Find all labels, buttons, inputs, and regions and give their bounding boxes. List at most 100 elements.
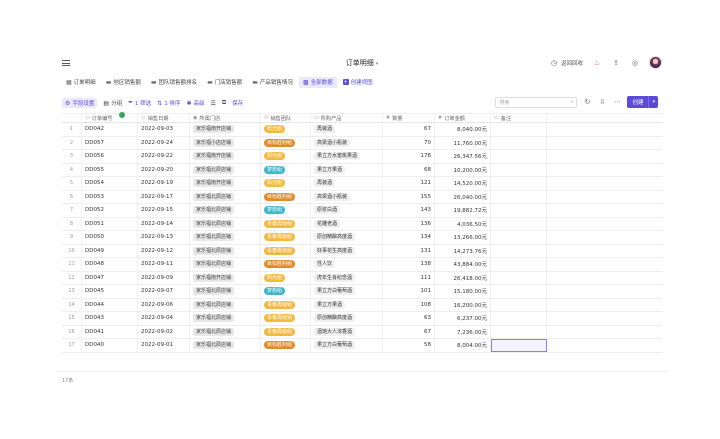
tab-all-data[interactable]: ▩ 全部数据 (298, 76, 337, 88)
cell-note[interactable] (491, 258, 547, 271)
cell-team[interactable]: 梦想组 (261, 163, 311, 176)
cell-amount[interactable]: 7,236.00元 (435, 325, 491, 338)
cell-sale-date[interactable]: 2022-09-19 (138, 177, 190, 190)
cell-sale-date[interactable]: 2022-09-09 (138, 271, 190, 284)
cell-note[interactable] (491, 163, 547, 176)
cell-note[interactable] (491, 244, 547, 257)
cell-amount[interactable]: 19,882.72元 (435, 204, 491, 217)
cell-sale-date[interactable]: 2022-09-02 (138, 325, 190, 338)
cell-store[interactable]: 家乐福南开店铺 (190, 123, 261, 136)
cell-note[interactable] (491, 231, 547, 244)
cell-amount[interactable]: 26,347.56元 (435, 150, 491, 163)
chevron-down-icon[interactable]: ▾ (648, 96, 658, 108)
cell-order-id[interactable]: DD047 (82, 271, 138, 284)
cell-team[interactable]: 目标胜利组 (261, 136, 311, 149)
cell-sale-date[interactable]: 2022-09-04 (138, 312, 190, 325)
cell-sale-date[interactable]: 2022-09-12 (138, 244, 190, 257)
tab-product-sales[interactable]: ▬ 产品销售情况 (248, 77, 297, 88)
cell-order-id[interactable]: DD045 (82, 285, 138, 298)
tab-region-sales[interactable]: ▬ 地区销售额 (102, 77, 145, 88)
row-height-button[interactable]: ☰ (210, 100, 215, 107)
cell-quantity[interactable]: 155 (383, 190, 435, 203)
cell-store[interactable]: 家乐福北辰店铺 (190, 217, 261, 230)
cell-note[interactable] (491, 285, 547, 298)
cell-team[interactable]: 梦想组 (261, 285, 311, 298)
cell-order-id[interactable]: DD044 (82, 298, 138, 311)
cell-store[interactable]: 家乐福北辰店铺 (190, 258, 261, 271)
cell-order-id[interactable]: DD053 (82, 190, 138, 203)
cell-product[interactable]: 原创精酿高度酒 (311, 312, 383, 325)
cell-product[interactable]: 果立方果酒 (311, 163, 383, 176)
table-row[interactable]: 13 DD045 2022-09-07 家乐福北辰店铺 梦想组 果立方白葡萄酒 101 15,… (62, 285, 662, 299)
cell-store[interactable]: 家乐福南开店铺 (190, 271, 261, 284)
column-header[interactable]: ▭ 订单编号 (82, 114, 138, 122)
cell-sale-date[interactable]: 2022-09-07 (138, 285, 190, 298)
table-row[interactable]: 12 DD047 2022-09-09 家乐福南开店铺 阳光组 虎年生肖纪念酒 111 26,… (62, 271, 662, 285)
cell-amount[interactable]: 10,200.00元 (435, 163, 491, 176)
cell-sale-date[interactable]: 2022-09-06 (138, 298, 190, 311)
column-header[interactable]: ⚇ 销售团队 (261, 114, 311, 122)
cell-product[interactable]: 原浆白酒 (311, 204, 383, 217)
cell-order-id[interactable]: DD048 (82, 258, 138, 271)
table-row[interactable]: 7 DD052 2022-09-15 家乐福北辰店铺 梦想组 原浆白酒 143 19,882.… (62, 204, 662, 218)
cell-note[interactable] (491, 271, 547, 284)
cell-note[interactable] (491, 298, 547, 311)
cell-product[interactable]: 原创精酿高度酒 (311, 231, 383, 244)
avatar[interactable] (649, 56, 662, 69)
sort-button[interactable]: ⇅ 1 排序 (157, 99, 180, 108)
cell-amount[interactable]: 8,040.00元 (435, 123, 491, 136)
cell-team[interactable]: 目标胜利组 (261, 258, 311, 271)
cell-order-id[interactable]: DD040 (82, 339, 138, 352)
cell-quantity[interactable]: 136 (383, 217, 435, 230)
more-icon[interactable]: ⋯ (612, 97, 622, 107)
cell-note[interactable] (491, 177, 547, 190)
table-row[interactable]: 9 DD050 2022-09-13 家乐福北辰店铺 青春再绽组 原创精酿高度酒 134 13… (62, 231, 662, 245)
table-row[interactable]: 8 DD051 2022-09-14 家乐福北辰店铺 青春再绽组 花雕老酒 136 4,036… (62, 217, 662, 231)
cell-amount[interactable]: 13,266.00元 (435, 231, 491, 244)
cell-quantity[interactable]: 101 (383, 285, 435, 298)
cell-order-id[interactable]: DD052 (82, 204, 138, 217)
cell-team[interactable]: 目标胜利组 (261, 190, 311, 203)
cell-store[interactable]: 家乐福北辰店铺 (190, 339, 261, 352)
cell-sale-date[interactable]: 2022-09-11 (138, 258, 190, 271)
cell-amount[interactable]: 8,004.00元 (435, 339, 491, 352)
cell-product[interactable]: 果立方果酒 (311, 298, 383, 311)
cell-amount[interactable]: 26,418.00元 (435, 271, 491, 284)
cell-store[interactable]: 家乐福北辰店铺 (190, 204, 261, 217)
copy-button[interactable]: ⧉ (222, 99, 226, 107)
table-row[interactable]: 3 DD056 2022-09-22 家乐福南开店铺 阳光组 果立方水蜜桃果酒 178 26,… (62, 150, 662, 164)
tab-team-ranking[interactable]: ▬ 团队销售额排名 (147, 77, 201, 88)
cell-quantity[interactable]: 121 (383, 177, 435, 190)
cell-quantity[interactable]: 131 (383, 244, 435, 257)
cell-product[interactable]: 果立方水蜜桃果酒 (311, 150, 383, 163)
bell-icon[interactable]: ♨ (592, 58, 602, 68)
column-header[interactable]: # 订单金额 (435, 114, 491, 122)
table-row[interactable]: 17 DD040 2022-09-01 家乐福北辰店铺 目标胜利组 果立方白葡萄酒 58 8,… (62, 339, 662, 353)
cell-product[interactable]: 再装酒 (311, 123, 383, 136)
cell-quantity[interactable]: 138 (383, 258, 435, 271)
cell-amount[interactable]: 4,036.50元 (435, 217, 491, 230)
cell-team[interactable]: 青春再绽组 (261, 244, 311, 257)
cell-note[interactable] (491, 312, 547, 325)
cell-order-id[interactable]: DD051 (82, 217, 138, 230)
cell-quantity[interactable]: 178 (383, 150, 435, 163)
cell-store[interactable]: 家乐福小店店铺 (190, 136, 261, 149)
create-button[interactable]: 创建 ▾ (627, 96, 658, 108)
cell-order-id[interactable]: DD056 (82, 150, 138, 163)
cell-order-id[interactable]: DD055 (82, 163, 138, 176)
cell-quantity[interactable]: 134 (383, 231, 435, 244)
cell-team[interactable]: 青春再绽组 (261, 325, 311, 338)
tab-order-detail[interactable]: ▦ 订单明细 (62, 77, 100, 88)
cell-note[interactable] (491, 325, 547, 338)
cell-quantity[interactable]: 68 (383, 163, 435, 176)
cell-order-id[interactable]: DD041 (82, 325, 138, 338)
cell-sale-date[interactable]: 2022-09-24 (138, 136, 190, 149)
cell-amount[interactable]: 6,237.00元 (435, 312, 491, 325)
cell-store[interactable]: 家乐福北辰店铺 (190, 285, 261, 298)
column-header[interactable]: ◉ 所属门店 (190, 114, 261, 122)
table-row[interactable]: 1 DD042 2022-09-03 家乐福南开店铺 阳光组 再装酒 67 8,040.00元 (62, 123, 662, 137)
column-header[interactable]: ▭ 销售日期 (138, 114, 190, 122)
table-row[interactable]: 15 DD043 2022-09-04 家乐福北辰店铺 青春再绽组 原创精酿高度酒 63 6,… (62, 312, 662, 326)
field-settings-button[interactable]: ⚙ 字段设置 (62, 98, 98, 108)
table-row[interactable]: 2 DD057 2022-09-24 家乐福小店店铺 目标胜利组 高梁酒小瓶装 70 11,7… (62, 136, 662, 150)
